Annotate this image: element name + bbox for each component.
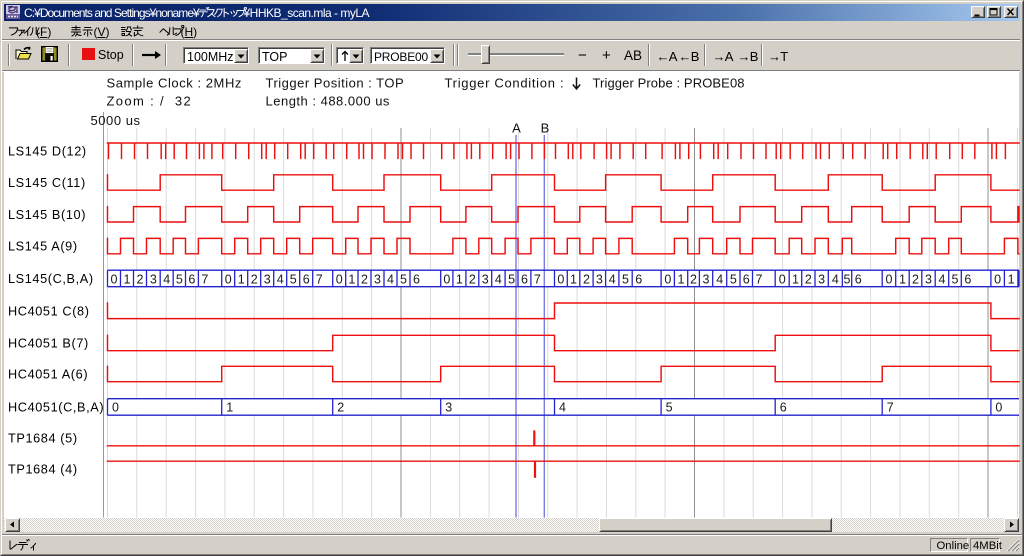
svg-text:3: 3 (374, 272, 381, 286)
svg-text:5: 5 (666, 401, 673, 415)
svg-text:LS145 A(9): LS145 A(9) (8, 240, 78, 254)
svg-text:5: 5 (508, 272, 515, 286)
svg-text:6: 6 (780, 401, 787, 415)
svg-text:4: 4 (387, 272, 394, 286)
svg-text:LS145 D(12): LS145 D(12) (8, 144, 87, 158)
svg-text:4: 4 (716, 272, 723, 286)
svg-text:7: 7 (201, 272, 208, 286)
svg-text:2: 2 (912, 272, 919, 286)
svg-text:1: 1 (678, 272, 685, 286)
svg-text:6: 6 (964, 272, 971, 286)
svg-text:1: 1 (570, 272, 577, 286)
svg-text:1: 1 (348, 272, 355, 286)
svg-text:0: 0 (664, 272, 671, 286)
svg-text:2: 2 (469, 272, 476, 286)
svg-text:3: 3 (818, 272, 825, 286)
svg-text:4: 4 (277, 272, 284, 286)
svg-text:0: 0 (779, 272, 786, 286)
svg-text:0: 0 (557, 272, 564, 286)
svg-text:2: 2 (361, 272, 368, 286)
svg-text:3: 3 (264, 272, 271, 286)
svg-text:0: 0 (336, 272, 343, 286)
svg-text:5: 5 (290, 272, 297, 286)
svg-text:7: 7 (756, 272, 763, 286)
svg-text:1: 1 (124, 272, 131, 286)
svg-text:6: 6 (188, 272, 195, 286)
svg-text:2: 2 (805, 272, 812, 286)
svg-text:7: 7 (887, 401, 894, 415)
svg-text:1: 1 (899, 272, 906, 286)
svg-text:3: 3 (703, 272, 710, 286)
svg-text:1: 1 (1008, 272, 1015, 286)
svg-text:3: 3 (482, 272, 489, 286)
svg-text:6: 6 (743, 272, 750, 286)
svg-text:7: 7 (316, 272, 323, 286)
svg-text:3: 3 (445, 401, 452, 415)
svg-text:2: 2 (337, 401, 344, 415)
svg-text:1: 1 (456, 272, 463, 286)
svg-text:6: 6 (413, 272, 420, 286)
svg-text:0: 0 (995, 401, 1002, 415)
svg-text:4: 4 (939, 272, 946, 286)
svg-text:3: 3 (925, 272, 932, 286)
svg-text:1: 1 (792, 272, 799, 286)
svg-text:2: 2 (583, 272, 590, 286)
svg-text:TP1684 (5): TP1684 (5) (8, 432, 78, 446)
svg-text:0: 0 (886, 272, 893, 286)
svg-text:0: 0 (111, 272, 118, 286)
svg-text:6: 6 (303, 272, 310, 286)
svg-text:A: A (512, 121, 521, 136)
svg-text:1: 1 (226, 401, 233, 415)
svg-text:Trigger Condition :: Trigger Condition : (445, 76, 565, 91)
svg-text:5000 us: 5000 us (91, 113, 141, 128)
svg-text:0: 0 (225, 272, 232, 286)
svg-text:HC4051 C(8): HC4051 C(8) (8, 304, 90, 318)
svg-text:5: 5 (622, 272, 629, 286)
svg-text:2: 2 (251, 272, 258, 286)
svg-text:Trigger Position : TOP: Trigger Position : TOP (266, 76, 405, 91)
svg-text:LS145(C,B,A): LS145(C,B,A) (8, 272, 94, 286)
svg-text:4: 4 (559, 401, 566, 415)
svg-text:4: 4 (163, 272, 170, 286)
svg-text:4: 4 (609, 272, 616, 286)
svg-text:3: 3 (150, 272, 157, 286)
svg-text:Sample Clock : 2MHz: Sample Clock : 2MHz (107, 76, 242, 91)
svg-text:5: 5 (730, 272, 737, 286)
svg-text:1: 1 (238, 272, 245, 286)
svg-text:Length : 488.000 us: Length : 488.000 us (266, 94, 390, 109)
svg-text:6: 6 (635, 272, 642, 286)
svg-text:0: 0 (112, 401, 119, 415)
svg-text:5: 5 (952, 272, 959, 286)
svg-text:5: 5 (400, 272, 407, 286)
svg-text:0: 0 (443, 272, 450, 286)
svg-text:B: B (541, 121, 550, 136)
svg-text:Zoom : / 32: Zoom : / 32 (107, 94, 193, 109)
svg-text:HC4051 A(6): HC4051 A(6) (8, 368, 88, 382)
svg-text:TP1684 (4): TP1684 (4) (8, 463, 78, 477)
svg-text:3: 3 (596, 272, 603, 286)
svg-text:4: 4 (832, 272, 839, 286)
svg-text:LS145 C(11): LS145 C(11) (8, 176, 86, 190)
svg-text:Trigger Probe : PROBE08: Trigger Probe : PROBE08 (593, 76, 745, 91)
svg-text:7: 7 (534, 272, 541, 286)
svg-text:5: 5 (176, 272, 183, 286)
svg-text:LS145 B(10): LS145 B(10) (8, 208, 86, 222)
svg-text:2: 2 (690, 272, 697, 286)
svg-text:4: 4 (495, 272, 502, 286)
svg-text:2: 2 (137, 272, 144, 286)
svg-text:0: 0 (994, 272, 1001, 286)
svg-text:6: 6 (521, 272, 528, 286)
svg-text:6: 6 (855, 272, 862, 286)
svg-text:HC4051 B(7): HC4051 B(7) (8, 337, 89, 351)
svg-text:5: 5 (844, 272, 851, 286)
svg-text:HC4051(C,B,A): HC4051(C,B,A) (8, 401, 104, 415)
